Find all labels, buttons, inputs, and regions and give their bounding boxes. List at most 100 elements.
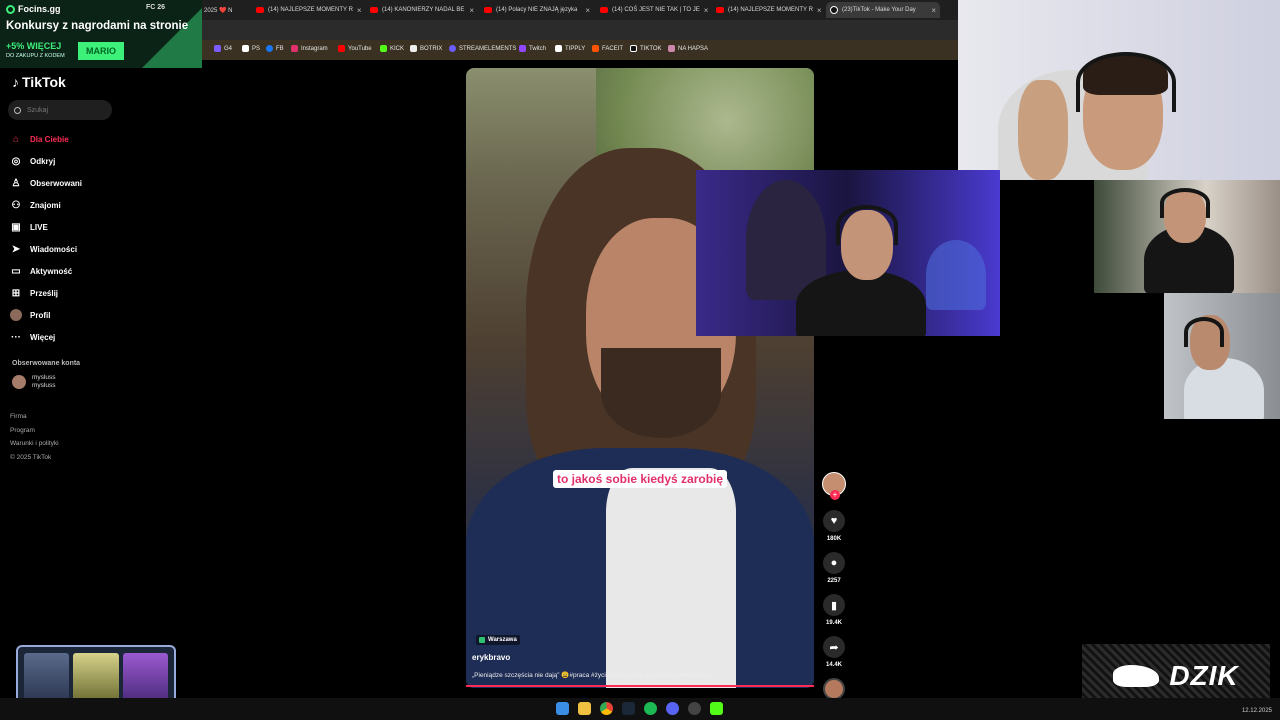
avatar [10,309,22,321]
bookmark-item[interactable]: FACEIT [592,45,623,52]
close-icon[interactable]: × [817,6,822,15]
bookmark-item[interactable]: TIPPLY [555,45,585,52]
video-author[interactable]: erykbravo [472,653,510,662]
like-count: 180K [826,536,842,542]
close-icon[interactable]: × [931,6,936,15]
promo-headline: Konkursy z nagrodami na stronie [6,20,189,32]
bookmark-item[interactable]: Instagram [291,45,328,52]
video-actions: + ♥ 180K ● 2257 ▮ 19.4K ➦ 14.4K [820,472,848,700]
brand-logo-icon [6,4,15,14]
youtube-icon [370,7,378,13]
nav-item-for-you[interactable]: ⌂ Dla Ciebie [10,128,82,150]
search-placeholder: Szukaj [27,106,49,114]
tiktok-sidebar: ♪ TikTok Szukaj ⌂ Dla Ciebie ◎ Odkryj ♙ Obs… [0,68,202,468]
footer-link[interactable]: Warunki i polityki [10,437,59,451]
taskbar-date: 12.12.2025 [1241,708,1272,714]
promo-code: MARIO [78,42,124,60]
browser-tab[interactable]: (14) NAJLEPSZE MOMENTY R × [252,2,364,18]
tab-title: (14) NAJLEPSZE MOMENTY R [728,7,813,13]
webcam-guest [1164,293,1280,419]
browser-tab-active[interactable]: (23)TikTok - Make Your Day × [826,2,940,18]
close-icon[interactable]: × [585,6,590,15]
bookmark-item[interactable]: Twitch [519,45,546,52]
system-indicator: FC 26 [146,4,166,11]
search-input[interactable]: Szukaj [8,100,112,120]
browser-tab[interactable]: (14) KANONIERZY NADAL BE × [366,2,478,18]
sound-disc-icon[interactable] [823,678,845,700]
browser-tab[interactable]: (14) NAJLEPSZE MOMENTY R × [712,2,824,18]
nav-item-following[interactable]: ♙ Obserwowani [10,172,83,194]
close-icon[interactable]: × [704,6,709,15]
share-icon: ➦ [823,636,845,658]
like-button[interactable]: ♥ 180K [820,510,848,542]
footer-link[interactable]: Firma [10,410,59,424]
follow-plus-icon[interactable]: + [830,490,840,500]
webcam-guest [696,170,1000,336]
author-avatar[interactable]: + [822,472,846,500]
kick-icon[interactable] [710,702,723,715]
webcam-main [958,0,1280,180]
followed-account[interactable]: mysluss mysluss [12,374,55,390]
bookmark-item[interactable]: BOTRIX [410,45,442,52]
comment-button[interactable]: ● 2257 [820,552,848,584]
tiktok-logo[interactable]: ♪ TikTok [12,74,66,90]
more-icon: ··· [11,331,21,343]
nav-item-friends[interactable]: ⚇ Znajomi [10,194,82,216]
nav-item-more[interactable]: ··· Więcej [10,326,82,348]
tiktok-note-icon: ♪ [12,74,19,90]
bookmark-item[interactable]: FB [266,45,284,52]
browser-tab[interactable]: (14) COŚ JEST NIE TAK | TO JE × [596,2,710,18]
bookmark-item[interactable]: YouTube [338,45,372,52]
sponsor-brand: Focins.gg [6,4,61,14]
share-count: 14.4K [825,662,842,668]
chrome-icon[interactable] [600,702,613,715]
tab-title: (14) KANONIERZY NADAL BE [382,7,465,13]
inbox-icon: ▭ [11,265,21,277]
nav-item-live[interactable]: ▣ LIVE [10,216,82,238]
nav-item-upload[interactable]: ⊞ Prześlij [10,282,82,304]
steam-icon[interactable] [622,702,635,715]
account-name: mysluss [32,374,56,381]
video-progress-bar[interactable] [466,685,814,687]
sponsor-name: DZIK [1169,660,1239,691]
sidebar-footer: Firma Program Warunki i polityki © 2025 … [10,410,59,464]
nav-item-activity[interactable]: ▭ Aktywność [10,260,82,282]
browser-tab[interactable]: 2025 ❤️ N [200,2,250,18]
location-icon [479,637,485,643]
close-icon[interactable]: × [469,6,474,15]
close-icon[interactable]: × [357,6,362,15]
video-player[interactable] [466,68,814,688]
headset-icon [1076,52,1176,112]
youtube-icon [600,7,608,13]
tab-title: (14) Polacy NIE ZNAJĄ języka [496,7,578,13]
bookmark-item[interactable]: STREAMELEMENTS [449,45,516,52]
bookmark-icon: ▮ [823,594,845,616]
youtube-icon [256,7,264,13]
youtube-icon [716,7,724,13]
nav-item-explore[interactable]: ◎ Odkryj [10,150,82,172]
discord-icon[interactable] [666,702,679,715]
folder-icon[interactable] [578,702,591,715]
start-icon[interactable] [556,702,569,715]
upload-icon: ⊞ [11,287,21,299]
obs-icon[interactable] [688,702,701,715]
promo-bonus: +5% WIĘCEJ [6,41,62,51]
bookmark-item[interactable]: PS [242,45,260,52]
nav-item-profile[interactable]: Profil [10,304,82,326]
browser-tab[interactable]: (14) Polacy NIE ZNAJĄ języka × [480,2,594,18]
bookmark-item[interactable]: TIKTOK [630,45,662,52]
save-button[interactable]: ▮ 19.4K [820,594,848,626]
share-button[interactable]: ➦ 14.4K [820,636,848,668]
bookmark-item[interactable]: NA HAPSA [668,45,708,52]
avatar [12,375,26,389]
live-icon: ▣ [11,221,21,233]
location-tag[interactable]: Warszawa [476,635,520,645]
tab-title: (14) COŚ JEST NIE TAK | TO JE [612,7,700,13]
bookmark-item[interactable]: G4 [214,45,232,52]
send-icon: ➤ [11,243,21,255]
search-icon [14,106,21,114]
nav-item-messages[interactable]: ➤ Wiadomości [10,238,82,260]
bookmark-item[interactable]: KICK [380,45,404,52]
footer-link[interactable]: Program [10,424,59,438]
spotify-icon[interactable] [644,702,657,715]
